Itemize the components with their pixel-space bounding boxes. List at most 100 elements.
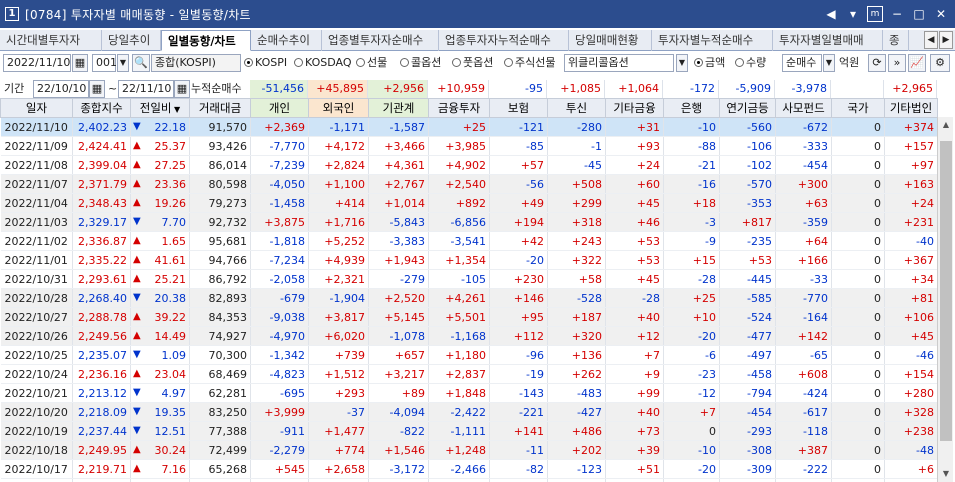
minimize-icon[interactable]: − [889,6,905,22]
unit-radio-0[interactable]: 금액 [694,54,725,72]
table-row[interactable]: 2022/11/08 2,399.04 ▲ 27.25 86,014 -7,239 +2,8… [0,155,938,175]
scroll-thumb[interactable] [940,141,952,441]
column-header[interactable]: 은행 [663,98,720,118]
column-header[interactable]: 기타금융 [605,98,664,118]
radio-circle-icon[interactable] [504,58,513,67]
unit-radio-1[interactable]: 수량 [735,54,766,72]
period-from-calendar-icon[interactable]: ▦ [89,80,105,98]
investor-value-cell: +60 [605,174,664,194]
investor-value-cell: +154 [884,364,938,384]
column-header[interactable]: 일자 [0,98,73,118]
table-row[interactable]: 2022/10/21 2,213.12 ▼ 4.97 62,281 -695 +293 +89… [0,383,938,403]
column-header[interactable]: 외국인 [308,98,369,118]
radio-circle-icon[interactable] [400,58,409,67]
column-header[interactable]: 연기금등 [719,98,776,118]
market-radio-0[interactable]: KOSPI [244,54,287,72]
market-code-input[interactable]: 001 [92,54,117,72]
date-input[interactable]: 2022/11/10 [3,54,71,72]
period-to-input[interactable]: 22/11/10 [118,80,174,98]
radio-circle-icon[interactable] [294,58,303,67]
column-header[interactable]: 종합지수 [72,98,131,118]
period-to-calendar-icon[interactable]: ▦ [174,80,190,98]
table-row[interactable]: 2022/10/18 2,249.95 ▲ 30.24 72,499 -2,279 +774… [0,440,938,460]
code-dropdown-icon[interactable]: ▼ [117,54,129,72]
search-icon[interactable]: 🔍 [132,54,150,72]
tab-9[interactable]: 종 [883,30,909,51]
tab-4[interactable]: 업종별투자자순매수 [322,30,439,51]
index-cell: 2,268.40 [72,288,131,308]
column-header[interactable]: 보험 [489,98,548,118]
radio-circle-icon[interactable] [356,58,365,67]
sort-dropdown-icon[interactable]: ▼ [172,105,180,114]
vertical-scrollbar[interactable]: ▲ ▼ [937,117,953,482]
market-radio-2[interactable]: 선물 [356,54,387,72]
table-row[interactable]: 2022/10/142,212.55▲49.6871,618-6,229+2,6… [0,478,938,482]
investor-value-cell: +4,902 [428,155,490,175]
next-page-icon[interactable]: » [888,54,906,72]
radio-circle-icon[interactable] [452,58,461,67]
period-from-input[interactable]: 22/10/10 [33,80,89,98]
investor-value-cell: +508 [547,174,606,194]
chart-icon[interactable]: 📈 [908,54,926,72]
memo-icon[interactable]: m [867,6,883,22]
market-radio-5[interactable]: 주식선물 [504,54,555,72]
gear-icon[interactable]: ⚙ [930,54,950,72]
table-row[interactable]: 2022/10/19 2,237.44 ▼ 12.51 77,388 -911 +1,477… [0,421,938,441]
column-header[interactable]: 전일비 ▼ [130,98,190,118]
trade-type-dropdown-icon[interactable]: ▼ [823,54,835,72]
table-row[interactable]: 2022/11/07 2,371.79 ▲ 23.36 80,598 -4,050 +1,1… [0,174,938,194]
column-header[interactable]: 개인 [250,98,309,118]
tab-1[interactable]: 당일추이 [102,30,161,51]
table-row[interactable]: 2022/10/27 2,288.78 ▲ 39.22 84,353 -9,038 +3,8… [0,307,938,327]
table-row[interactable]: 2022/10/26 2,249.56 ▲ 14.49 74,927 -4,970 +6,0… [0,326,938,346]
table-row[interactable]: 2022/11/01 2,335.22 ▲ 41.61 94,766 -7,234 +4,9… [0,250,938,270]
column-header[interactable]: 국가 [831,98,885,118]
table-row[interactable]: 2022/11/04 2,348.43 ▲ 19.26 79,273 -1,458 +414… [0,193,938,213]
column-header[interactable]: 기관계 [368,98,429,118]
market-radio-1[interactable]: KOSDAQ [294,54,352,72]
tab-8[interactable]: 투자자별일별매매 [773,30,883,51]
scroll-up-icon[interactable]: ▲ [938,117,954,133]
weekly-option-select[interactable]: 위클리콜옵션 [564,54,674,72]
table-row[interactable]: 2022/11/09 2,424.41 ▲ 25.37 93,426 -7,770 +4,1… [0,136,938,156]
investor-value-cell: -1 [547,136,606,156]
table-row[interactable]: 2022/11/02 2,336.87 ▲ 1.65 95,681 -1,818 +5,25… [0,231,938,251]
calendar-icon[interactable]: ▦ [72,54,88,72]
market-radio-4[interactable]: 풋옵션 [452,54,493,72]
column-header[interactable]: 기타법인 [884,98,938,118]
table-row[interactable]: 2022/10/24 2,236.16 ▲ 23.04 68,469 -4,823 +1,5… [0,364,938,384]
table-row[interactable]: 2022/10/28 2,268.40 ▼ 20.38 82,893 -679 -1,904… [0,288,938,308]
column-header[interactable]: 사모펀드 [775,98,832,118]
column-header[interactable]: 투신 [547,98,606,118]
tab-2[interactable]: 일별동향/차트 [161,30,251,51]
dropdown-icon[interactable]: ▾ [845,6,861,22]
prev-window-icon[interactable]: ◀ [823,6,839,22]
trade-type-select[interactable]: 순매수 [782,54,822,72]
radio-circle-icon[interactable] [694,58,703,67]
weekly-dropdown-icon[interactable]: ▼ [676,54,688,72]
column-header[interactable]: 거래대금 [189,98,251,118]
tab-0[interactable]: 시간대별투자자 [0,30,102,51]
close-icon[interactable]: ✕ [933,6,949,22]
tab-3[interactable]: 순매수추이 [251,30,322,51]
table-row[interactable]: 2022/10/31 2,293.61 ▲ 25.21 86,792 -2,058 +2,3… [0,269,938,289]
tab-6[interactable]: 당일매매현황 [569,30,652,51]
table-row[interactable]: 2022/11/03 2,329.17 ▼ 7.70 92,732 +3,875 +1,71… [0,212,938,232]
table-row[interactable]: 2022/10/25 2,235.07 ▼ 1.09 70,300 -1,342 +739 +… [0,345,938,365]
tab-5[interactable]: 업종투자자누적순매수 [439,30,569,51]
tab-scroll-left-icon[interactable]: ◀ [924,31,938,49]
change-cell: ▼ 19.35 [130,402,190,422]
radio-circle-icon[interactable] [735,58,744,67]
table-row[interactable]: 2022/10/17 2,219.71 ▲ 7.16 65,268 +545 +2,658-… [0,459,938,479]
column-header[interactable]: 금융투자 [428,98,490,118]
maximize-icon[interactable]: □ [911,6,927,22]
scroll-down-icon[interactable]: ▼ [938,466,954,482]
tab-scroll-right-icon[interactable]: ▶ [939,31,953,49]
radio-circle-icon[interactable] [244,58,253,67]
table-row[interactable]: 2022/10/20 2,218.09 ▼ 19.35 83,250 +3,999 -37-… [0,402,938,422]
market-radio-3[interactable]: 콜옵션 [400,54,441,72]
tab-7[interactable]: 투자자별누적순매수 [652,30,773,51]
table-row[interactable]: 2022/11/10 2,402.23 ▼ 22.18 91,570 +2,369 -1,1… [0,117,938,137]
refresh-icon[interactable]: ⟳ [868,54,886,72]
change-cell: ▲ 23.04 [130,364,190,384]
